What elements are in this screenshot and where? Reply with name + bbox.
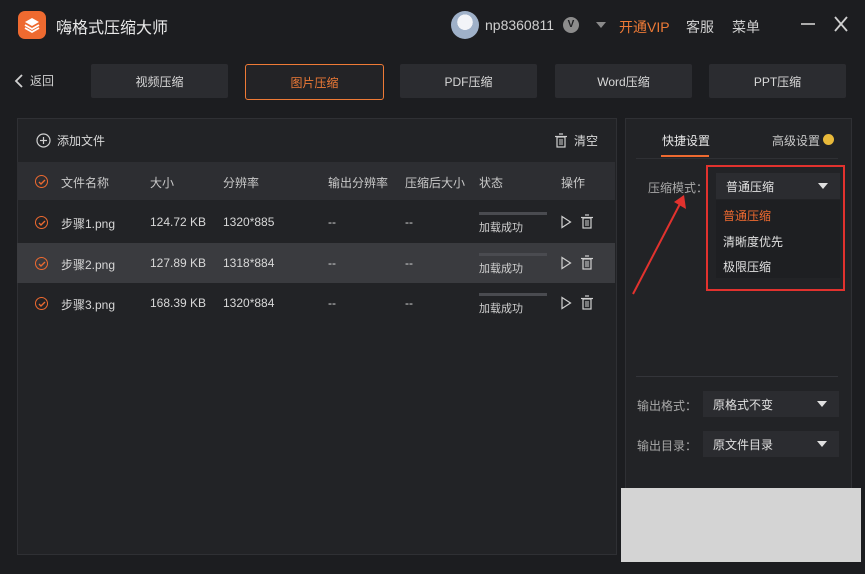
file-size: 127.89 KB [150, 256, 207, 270]
output-dir-select[interactable]: 原文件目录 [703, 431, 839, 457]
output-format-value: 原格式不变 [713, 397, 774, 412]
active-tab-indicator [661, 155, 709, 157]
trash-icon [555, 133, 567, 148]
output-format-label: 输出格式： [637, 399, 698, 413]
play-icon[interactable] [560, 296, 572, 313]
file-resolution: 1320*885 [223, 215, 275, 229]
output-dir-value: 原文件目录 [713, 437, 774, 452]
tab-ppt-compress[interactable]: PPT压缩 [709, 64, 846, 98]
compressed-size: -- [405, 256, 413, 270]
compressed-size: -- [405, 215, 413, 229]
chevron-down-icon [817, 401, 827, 407]
add-file-label: 添加文件 [57, 134, 106, 148]
chevron-down-icon[interactable] [596, 22, 606, 28]
tab-image-compress[interactable]: 图片压缩 [245, 64, 384, 100]
compressed-size: -- [405, 296, 413, 310]
app-logo-icon [18, 11, 46, 39]
plus-circle-icon [36, 133, 51, 148]
file-size: 168.39 KB [150, 296, 207, 310]
column-header-status: 状态 [479, 176, 504, 190]
crown-icon [823, 134, 834, 145]
tab-video-compress[interactable]: 视频压缩 [91, 64, 228, 98]
progress-bar [479, 212, 547, 215]
row-checkbox[interactable] [35, 257, 48, 270]
output-resolution: -- [328, 296, 336, 310]
output-dir-label: 输出目录： [637, 439, 698, 453]
file-name: 步骤2.png [61, 258, 116, 272]
tab-advanced-settings[interactable]: 高级设置 [772, 132, 820, 149]
add-file-button[interactable]: 添加文件 [36, 132, 105, 149]
status-text: 加载成功 [479, 263, 523, 275]
menu-link[interactable]: 菜单 [732, 17, 760, 37]
annotation-highlight-box [706, 165, 845, 291]
column-header-size: 大小 [150, 176, 175, 190]
chevron-down-icon [817, 441, 827, 447]
annotation-arrow [632, 195, 686, 295]
trash-icon[interactable] [580, 295, 594, 313]
settings-divider [636, 376, 838, 377]
column-header-compressed-size: 压缩后大小 [405, 176, 466, 190]
clear-button[interactable]: 清空 [554, 132, 598, 149]
output-resolution: -- [328, 215, 336, 229]
column-header-name: 文件名称 [61, 176, 110, 190]
file-name: 步骤3.png [61, 298, 116, 312]
status-text: 加载成功 [479, 222, 523, 234]
tab-pdf-compress[interactable]: PDF压缩 [400, 64, 537, 98]
open-vip-link[interactable]: 开通VIP [619, 17, 670, 37]
settings-tab-divider [636, 158, 838, 159]
file-name: 步骤1.png [61, 217, 116, 231]
tab-quick-settings[interactable]: 快捷设置 [662, 132, 710, 149]
column-header-actions: 操作 [561, 176, 586, 190]
play-icon[interactable] [560, 256, 572, 273]
output-resolution: -- [328, 256, 336, 270]
file-size: 124.72 KB [150, 215, 207, 229]
customer-service-link[interactable]: 客服 [686, 17, 714, 37]
back-button[interactable]: 返回 [14, 72, 54, 89]
play-icon[interactable] [560, 215, 572, 232]
avatar[interactable] [451, 11, 479, 39]
clear-label: 清空 [574, 134, 599, 148]
column-header-resolution: 分辨率 [223, 176, 260, 190]
status-text: 加载成功 [479, 303, 523, 315]
select-all-checkbox[interactable] [35, 175, 48, 188]
column-header-output-resolution: 输出分辨率 [328, 176, 389, 190]
chevron-left-icon [14, 73, 23, 88]
vip-badge-icon: V [563, 17, 579, 33]
username[interactable]: np8360811 [485, 17, 554, 33]
app-title: 嗨格式压缩大师 [56, 20, 169, 37]
trash-icon[interactable] [580, 214, 594, 232]
overlay-block [621, 488, 861, 562]
progress-bar [479, 253, 547, 256]
file-resolution: 1318*884 [223, 256, 275, 270]
output-format-select[interactable]: 原格式不变 [703, 391, 839, 417]
minimize-icon[interactable] [796, 12, 820, 36]
row-checkbox[interactable] [35, 216, 48, 229]
back-label: 返回 [30, 74, 55, 88]
file-resolution: 1320*884 [223, 296, 275, 310]
trash-icon[interactable] [580, 255, 594, 273]
tab-word-compress[interactable]: Word压缩 [555, 64, 692, 98]
row-checkbox[interactable] [35, 297, 48, 310]
close-icon[interactable] [829, 12, 853, 36]
progress-bar [479, 293, 547, 296]
